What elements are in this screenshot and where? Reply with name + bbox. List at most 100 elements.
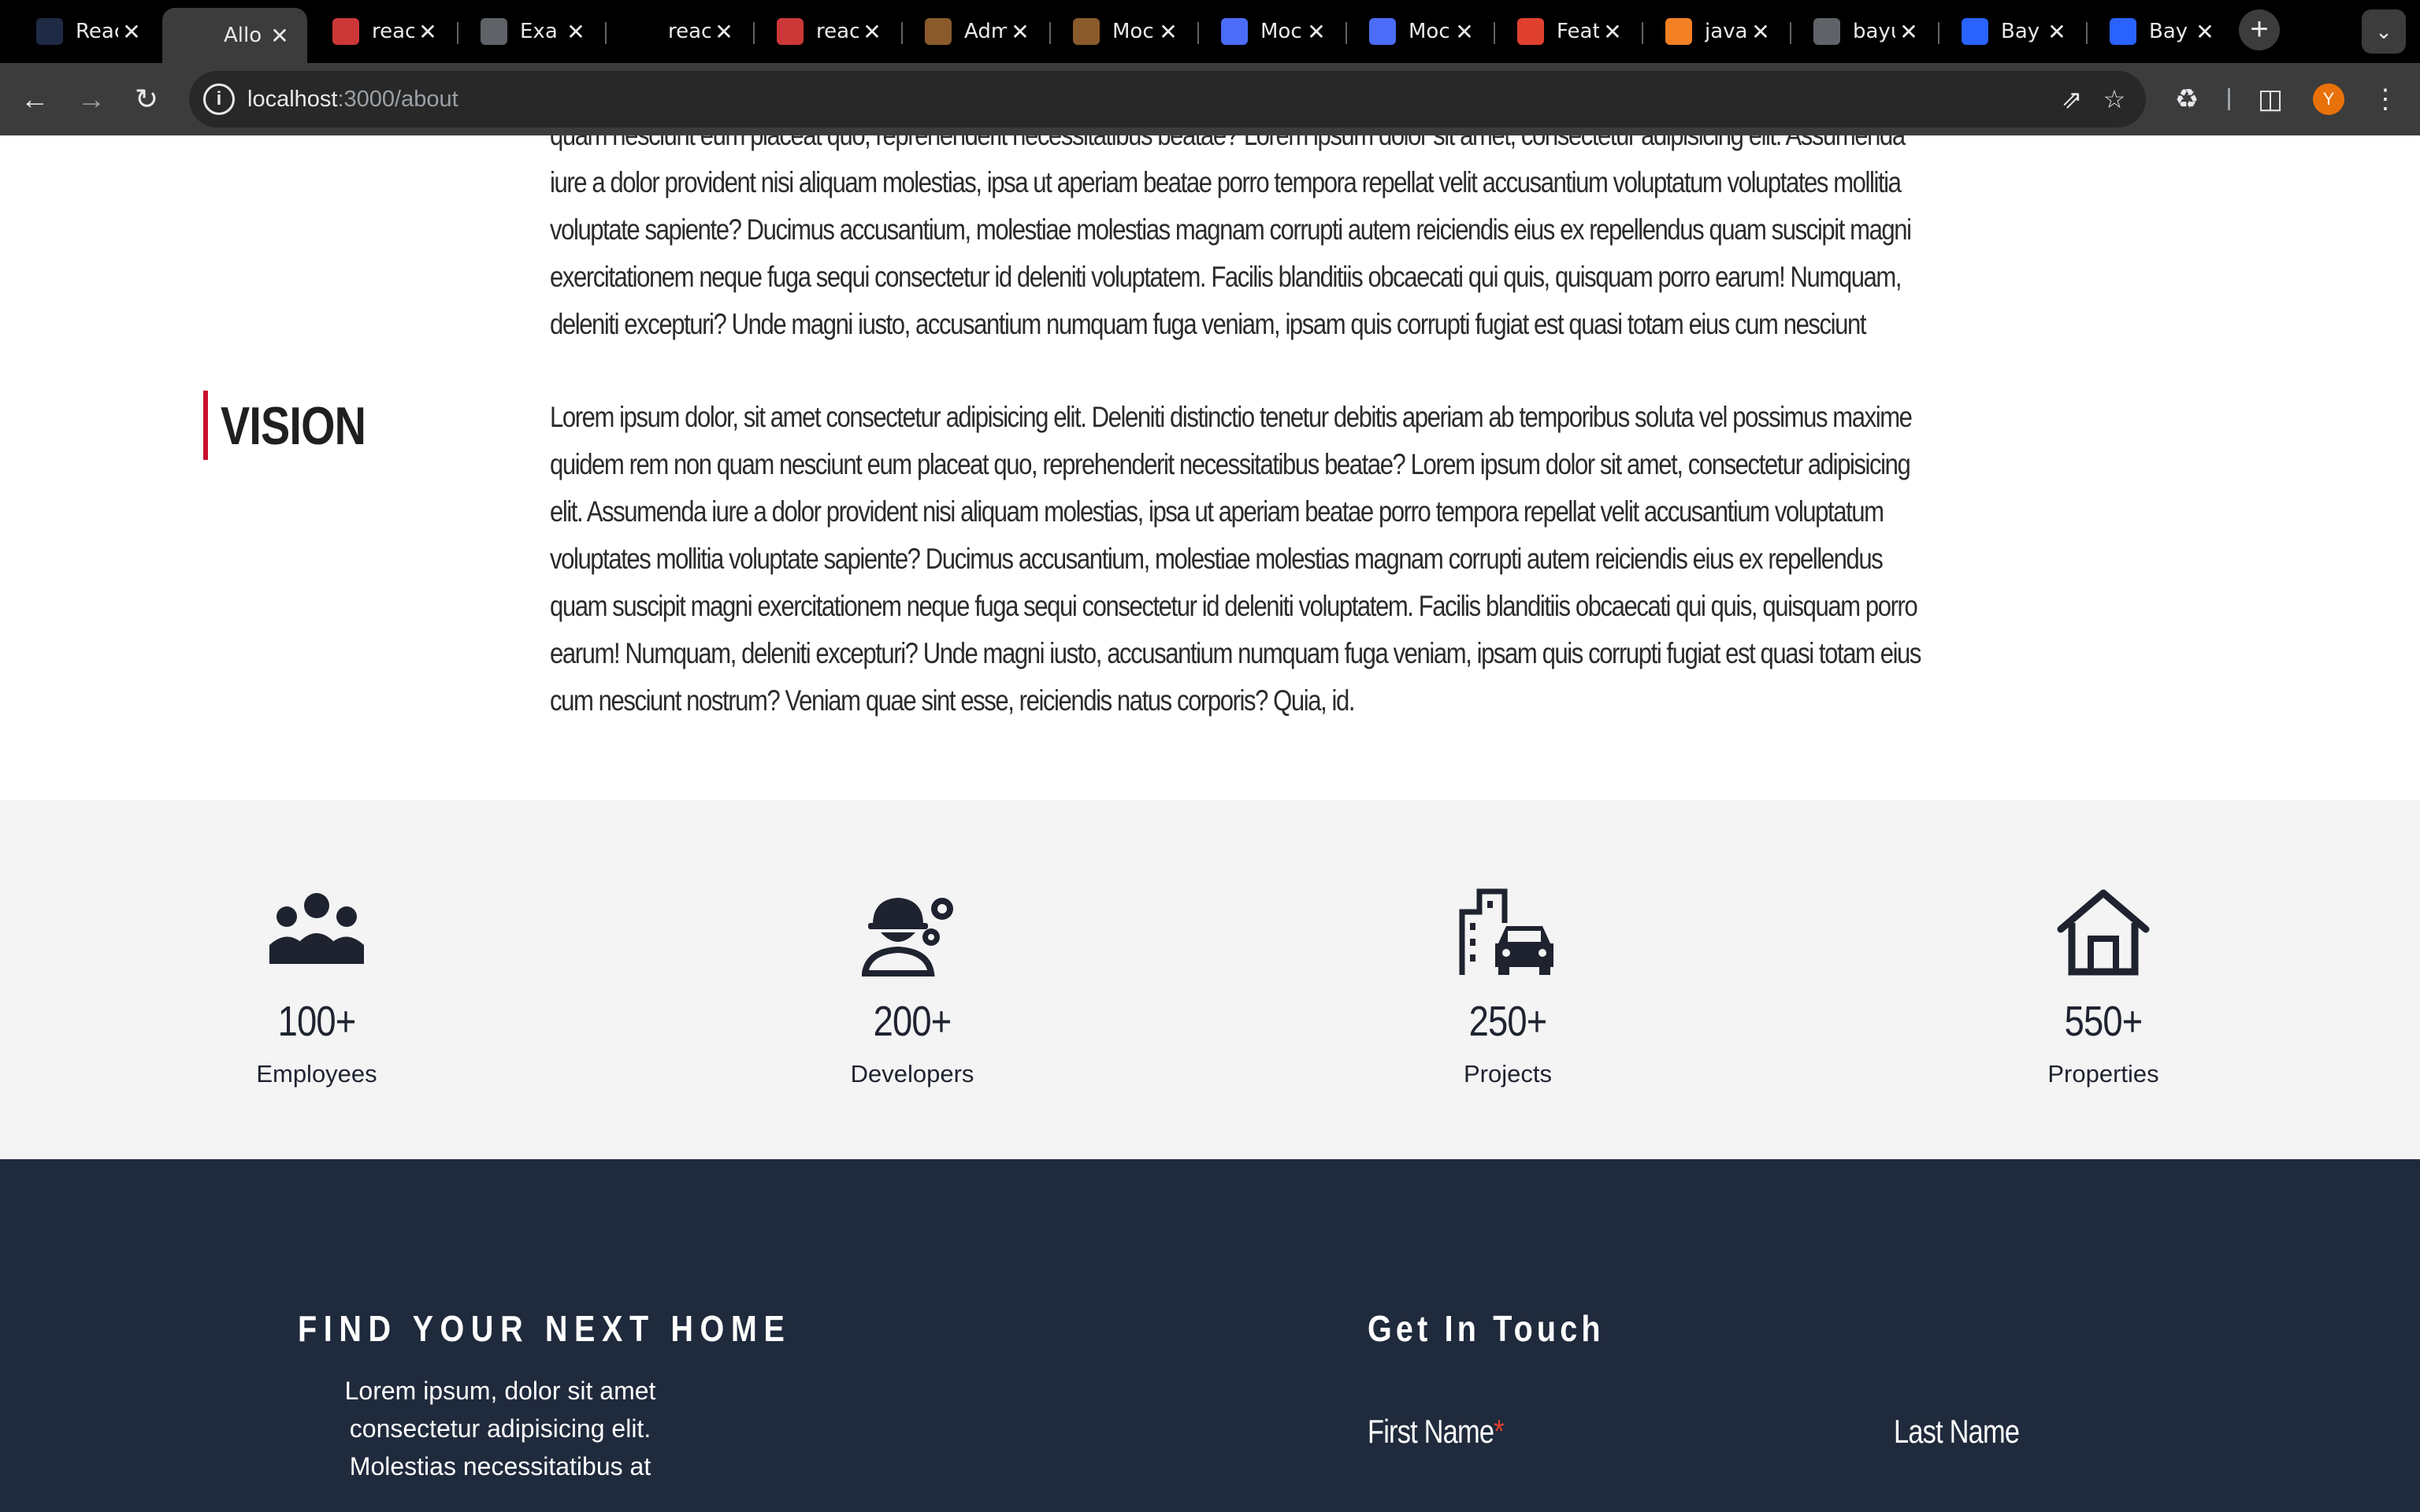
tab-search-chevron-icon[interactable]: ⌄ [2362, 9, 2406, 54]
mission-paragraph: quam nesciunt eum placeat quo, reprehend… [550, 135, 1912, 340]
book-icon [1369, 18, 1396, 45]
tab-title: Moc [1260, 20, 1302, 43]
tab-title: Bay [2001, 20, 2040, 43]
open-in-app-icon[interactable]: ⇗ [2056, 83, 2088, 115]
last-name-label: Last Name [1894, 1413, 2020, 1450]
browser-toolbar: ← → ↻ i localhost:3000/about ⇗ ☆ ♻ ◫ Y ⋮ [0, 63, 2420, 135]
browser-tab[interactable]: Exa ✕ [458, 8, 603, 55]
close-tab-icon[interactable]: ✕ [1453, 19, 1476, 45]
close-tab-icon[interactable]: ✕ [416, 19, 440, 45]
close-tab-icon[interactable]: ✕ [1008, 19, 1032, 45]
globe-icon [1813, 18, 1840, 45]
globe-icon [481, 18, 507, 45]
browser-tab[interactable]: react✕ [607, 8, 752, 55]
npm-icon [332, 18, 359, 45]
browser-tab[interactable]: Feat ✕ [1495, 8, 1640, 55]
arrow-icon [1517, 18, 1544, 45]
npm-icon [777, 18, 804, 45]
tab-title: Admi [964, 20, 1007, 43]
browser-tab-strip: React✕Allo✕react✕Exa✕react✕react✕Admi✕Mo… [0, 0, 2420, 63]
reload-button[interactable]: ↻ [126, 79, 167, 120]
engineer-gears-icon [862, 898, 953, 976]
close-tab-icon[interactable]: ✕ [2045, 19, 2069, 45]
browser-tab[interactable]: Bay ✕ [1939, 8, 2084, 55]
building-car-icon [1459, 888, 1553, 975]
stat-label: Properties [2047, 1060, 2159, 1088]
vision-accent-bar [203, 391, 208, 460]
tab-title: Allo [224, 24, 262, 47]
lambda-icon [184, 22, 211, 49]
new-tab-button[interactable]: + [2239, 9, 2280, 50]
browser-tab[interactable]: Moc ✕ [1347, 8, 1492, 55]
bookmark-star-icon[interactable]: ☆ [2099, 83, 2130, 115]
close-tab-icon[interactable]: ✕ [268, 23, 291, 49]
react-icon [36, 18, 63, 45]
first-name-label: First Name* [1368, 1413, 1505, 1451]
contact-title: Get In Touch [1368, 1308, 1605, 1349]
footer-description: Lorem ipsum, dolor sit amet consectetur … [344, 1377, 656, 1480]
close-tab-icon[interactable]: ✕ [120, 19, 143, 45]
site-info-icon[interactable]: i [203, 83, 235, 115]
side-panel-icon[interactable]: ◫ [2251, 80, 2289, 118]
tab-title: java [1705, 20, 1747, 43]
footer-title: FIND YOUR NEXT HOME [298, 1308, 792, 1349]
browser-tab[interactable]: bayu✕ [1791, 8, 1936, 55]
stat-value: 100+ [277, 998, 357, 1045]
people-group-icon [269, 893, 364, 964]
browser-tab[interactable]: Bay ✕ [2088, 8, 2233, 55]
close-tab-icon[interactable]: ✕ [1749, 19, 1772, 45]
vision-paragraph: Lorem ipsum dolor, sit amet consectetur … [550, 401, 1921, 717]
vision-heading: VISION [221, 396, 366, 456]
stat-value: 200+ [873, 998, 952, 1045]
tab-title: Feat [1557, 20, 1599, 43]
close-tab-icon[interactable]: ✕ [860, 19, 884, 45]
browser-tab[interactable]: Moc ✕ [1051, 8, 1196, 55]
stat-label: Developers [850, 1060, 974, 1088]
tab-title: Bay [2149, 20, 2188, 43]
tab-title: Moc [1409, 20, 1450, 43]
stat-label: Projects [1464, 1060, 1552, 1088]
stats-section: 100+ Employees 200+ Developers 250+ Proj… [0, 800, 2420, 1159]
notebook-icon [925, 18, 952, 45]
stackoverflow-icon [1665, 18, 1692, 45]
url-path: :3000/about [337, 87, 458, 112]
tab-title: react [668, 20, 711, 43]
search-q-icon [1962, 18, 1988, 45]
extensions-icon[interactable]: ♻ [2168, 80, 2206, 118]
close-tab-icon[interactable]: ✕ [1305, 19, 1328, 45]
close-tab-icon[interactable]: ✕ [1156, 19, 1180, 45]
browser-tab[interactable]: react✕ [755, 8, 900, 55]
site-footer: FIND YOUR NEXT HOME Lorem ipsum, dolor s… [0, 1159, 2420, 1512]
github-icon [629, 18, 655, 45]
stat-value: 250+ [1468, 998, 1548, 1045]
url-text[interactable]: localhost:3000/about [247, 71, 458, 128]
close-tab-icon[interactable]: ✕ [1601, 19, 1624, 45]
toolbar-divider [2228, 88, 2230, 110]
tab-title: react [372, 20, 414, 43]
close-tab-icon[interactable]: ✕ [564, 19, 588, 45]
tab-title: React [76, 20, 118, 43]
first-name-label-text: First Name [1368, 1413, 1494, 1450]
browser-tab[interactable]: Admi✕ [903, 8, 1048, 55]
close-tab-icon[interactable]: ✕ [1897, 19, 1921, 45]
address-bar[interactable]: i localhost:3000/about ⇗ ☆ [189, 71, 2146, 128]
required-marker: * [1494, 1413, 1504, 1450]
browser-tab[interactable]: Allo ✕ [162, 8, 307, 63]
tab-title: bayu [1853, 20, 1895, 43]
menu-kebab-icon[interactable]: ⋮ [2366, 80, 2404, 118]
browser-tab[interactable]: react✕ [310, 8, 455, 55]
browser-tab[interactable]: java ✕ [1643, 8, 1788, 55]
house-icon [2057, 889, 2150, 976]
close-tab-icon[interactable]: ✕ [712, 19, 736, 45]
stat-label: Employees [256, 1060, 377, 1088]
page-viewport: quam nesciunt eum placeat quo, reprehend… [0, 135, 2420, 1512]
forward-button[interactable]: → [71, 79, 112, 120]
close-tab-icon[interactable]: ✕ [2193, 19, 2217, 45]
stat-value: 550+ [2064, 998, 2143, 1045]
browser-tab[interactable]: React✕ [14, 8, 159, 55]
notebook-icon [1073, 18, 1100, 45]
search-q-icon [2110, 18, 2136, 45]
browser-tab[interactable]: Moc ✕ [1199, 8, 1344, 55]
back-button[interactable]: ← [14, 79, 55, 120]
profile-avatar[interactable]: Y [2313, 83, 2344, 115]
